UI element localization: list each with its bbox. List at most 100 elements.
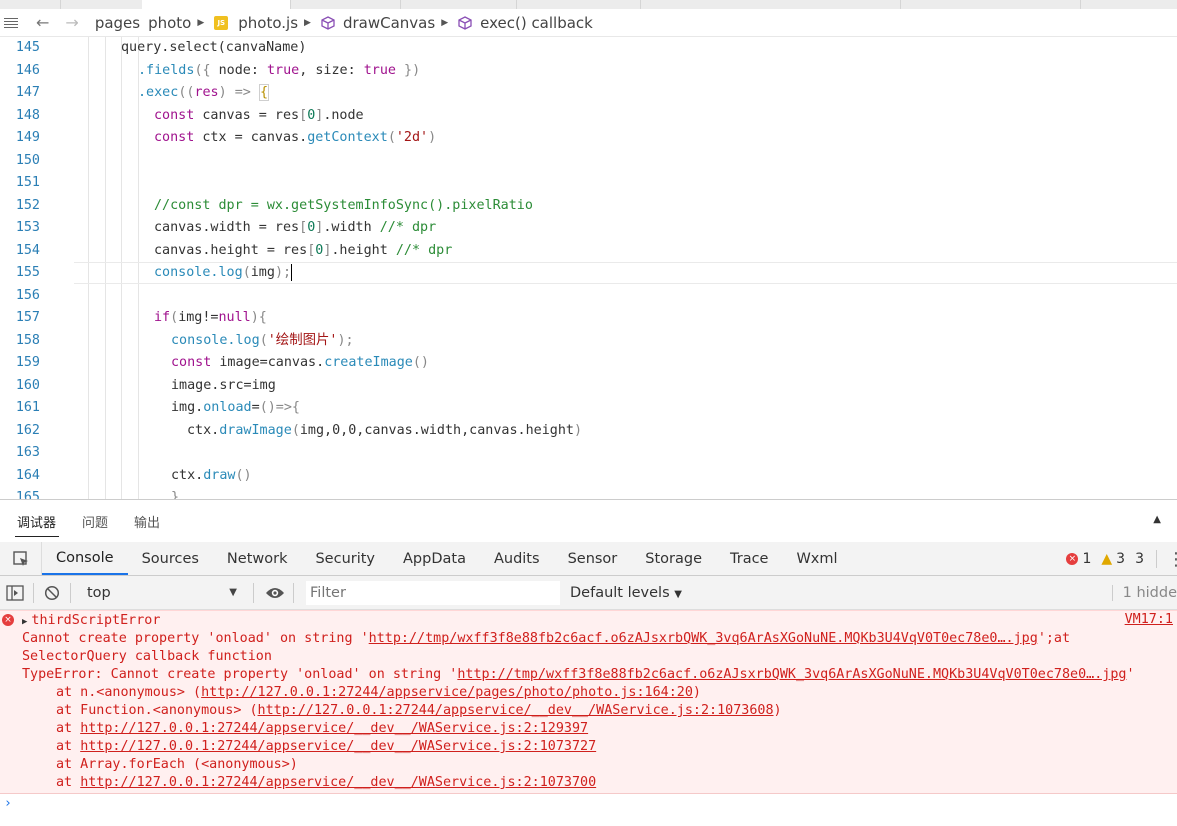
code-token: ){ (250, 310, 267, 325)
code-token: [ (299, 107, 308, 123)
code-line[interactable]: 145 query.select(canvaName) (0, 37, 1177, 60)
tab-sensor[interactable]: Sensor (554, 542, 632, 575)
code-line[interactable]: 153 canvas.width = res[0].width //* dpr (0, 217, 1177, 240)
code-line[interactable]: 158 console.log('绘制图片'); (0, 330, 1177, 353)
active-editor-tab[interactable] (142, 0, 290, 9)
console-prompt-icon[interactable]: › (4, 796, 12, 811)
code-text: } (171, 487, 179, 499)
code-line[interactable]: 165} (0, 487, 1177, 499)
forward-arrow-icon[interactable]: → (65, 13, 78, 32)
code-token: node: (210, 62, 267, 78)
tab-trace[interactable]: Trace (716, 542, 782, 575)
collapse-panel-icon[interactable]: ▲ (1153, 514, 1161, 525)
error-title-row[interactable]: ▶ thirdScriptError (22, 612, 160, 630)
code-token: ( (387, 130, 396, 145)
code-text: ctx.drawImage(img,0,0,canvas.width,canva… (187, 420, 582, 443)
code-text: if(img!=null){ (154, 307, 267, 330)
code-token: img,0,0,canvas.width,canvas.height (299, 422, 574, 438)
tab-appdata[interactable]: AppData (389, 542, 480, 575)
code-line[interactable]: 155 console.log(img); (0, 262, 1177, 285)
line-number: 152 (15, 197, 40, 213)
tab-separator (900, 0, 901, 9)
stack-frame-link[interactable]: http://127.0.0.1:27244/appservice/__dev_… (258, 703, 774, 718)
stack-frame-text: ) (692, 685, 701, 700)
code-text: .exec((res) => { (138, 82, 269, 105)
stack-frame-link[interactable]: http://127.0.0.1:27244/appservice/__dev_… (80, 775, 596, 790)
show-sidebar-icon[interactable] (3, 583, 27, 603)
context-selector[interactable]: top ▼ (77, 585, 247, 601)
tab-separator (290, 0, 291, 9)
tab-separator (640, 0, 641, 9)
tab-security[interactable]: Security (301, 542, 389, 575)
tab-storage[interactable]: Storage (631, 542, 716, 575)
code-line[interactable]: 156 (0, 285, 1177, 308)
code-text: img.onload=()=>{ (171, 397, 300, 420)
image-url-link[interactable]: http://tmp/wxff3f8e88fb2c6acf.o6zAJsxrbQ… (457, 667, 1126, 682)
code-line[interactable]: 149 const ctx = canvas.getContext('2d') (0, 127, 1177, 150)
filter-input[interactable] (306, 580, 560, 605)
code-line[interactable]: 163 (0, 442, 1177, 465)
clear-console-icon[interactable] (40, 583, 64, 603)
line-number: 149 (15, 130, 40, 145)
code-line[interactable]: 154 canvas.height = res[0].height //* dpr (0, 240, 1177, 263)
line-number: 151 (15, 175, 40, 190)
stack-frame-link[interactable]: http://127.0.0.1:27244/appservice/pages/… (201, 685, 693, 700)
code-token: canvas.width = res (154, 220, 300, 235)
code-token: console.log (154, 265, 243, 280)
error-text: ';at (1037, 631, 1071, 646)
code-line[interactable]: 157 if(img!=null){ (0, 307, 1177, 330)
code-token: true (363, 62, 396, 78)
breadcrumb-item-function[interactable]: drawCanvas (343, 14, 435, 32)
tab-separator (400, 0, 401, 9)
code-token: .node (323, 107, 364, 123)
tab-problems[interactable]: 问题 (82, 512, 108, 531)
code-line[interactable]: 161 img.onload=()=>{ (0, 397, 1177, 420)
breadcrumb-item-photo[interactable]: photo (148, 14, 191, 32)
image-url-link[interactable]: http://tmp/wxff3f8e88fb2c6acf.o6zAJsxrbQ… (369, 631, 1038, 646)
code-token: ()=>{ (259, 400, 300, 415)
stack-frame-link[interactable]: http://127.0.0.1:27244/appservice/__dev_… (80, 721, 588, 736)
code-token: const (154, 130, 195, 145)
code-line[interactable]: 152 //const dpr = wx.getSystemInfoSync().… (0, 195, 1177, 218)
code-editor[interactable]: 145 query.select(canvaName) 146 .fields({ n… (0, 37, 1177, 499)
back-arrow-icon[interactable]: ← (36, 13, 49, 32)
code-line[interactable]: 147 .exec((res) => { (0, 82, 1177, 105)
code-line[interactable]: 164 ctx.draw() (0, 465, 1177, 488)
issue-counters[interactable]: × 1 ▲ 3 3 ⋮ (1066, 542, 1177, 576)
tab-sources[interactable]: Sources (128, 542, 213, 575)
tab-debugger[interactable]: 调试器 (17, 512, 56, 531)
dropdown-arrow-icon: ▼ (229, 587, 237, 598)
inspect-element-icon[interactable] (0, 542, 42, 575)
source-link[interactable]: VM17:1 (1125, 612, 1173, 627)
live-expression-eye-icon[interactable] (263, 583, 287, 603)
outline-menu-icon[interactable] (4, 17, 24, 28)
code-token: //* dpr (395, 242, 453, 258)
more-options-icon[interactable]: ⋮ (1167, 549, 1177, 570)
code-line[interactable]: 162 ctx.drawImage(img,0,0,canvas.width,ca… (0, 420, 1177, 443)
code-line[interactable]: 159 const image=canvas.createImage() (0, 352, 1177, 375)
code-token: ( (259, 332, 268, 348)
log-levels-dropdown[interactable]: Default levels ▼ (570, 585, 682, 601)
tab-network[interactable]: Network (213, 542, 302, 575)
stack-frame-text: at Array.forEach (<anonymous>) (56, 757, 298, 772)
stack-frame: at http://127.0.0.1:27244/appservice/__d… (56, 774, 596, 792)
breadcrumb-item-file[interactable]: photo.js (238, 14, 298, 32)
code-line[interactable]: 150 (0, 150, 1177, 173)
code-line[interactable]: 148 const canvas = res[0].node (0, 105, 1177, 128)
devtools-tabs: Console Sources Network Security AppData… (0, 542, 1177, 576)
code-line[interactable]: 146 .fields({ node: true, size: true }) (0, 60, 1177, 83)
code-text: query.select(canvaName) (121, 37, 306, 60)
stack-frame-text: at (56, 721, 81, 736)
stack-frame-link[interactable]: http://127.0.0.1:27244/appservice/__dev_… (80, 739, 596, 754)
tab-output[interactable]: 输出 (134, 512, 160, 531)
breadcrumb-item-pages[interactable]: pages (95, 14, 140, 32)
expand-triangle-icon[interactable]: ▶ (22, 617, 27, 627)
code-line[interactable]: 151 (0, 172, 1177, 195)
tab-audits[interactable]: Audits (480, 542, 554, 575)
tab-separator (516, 0, 517, 9)
tab-wxml[interactable]: Wxml (782, 542, 851, 575)
breadcrumb-item-callback[interactable]: exec() callback (480, 14, 593, 32)
tab-console[interactable]: Console (42, 542, 128, 575)
code-line[interactable]: 160 image.src=img (0, 375, 1177, 398)
error-count: 1 (1082, 551, 1092, 567)
